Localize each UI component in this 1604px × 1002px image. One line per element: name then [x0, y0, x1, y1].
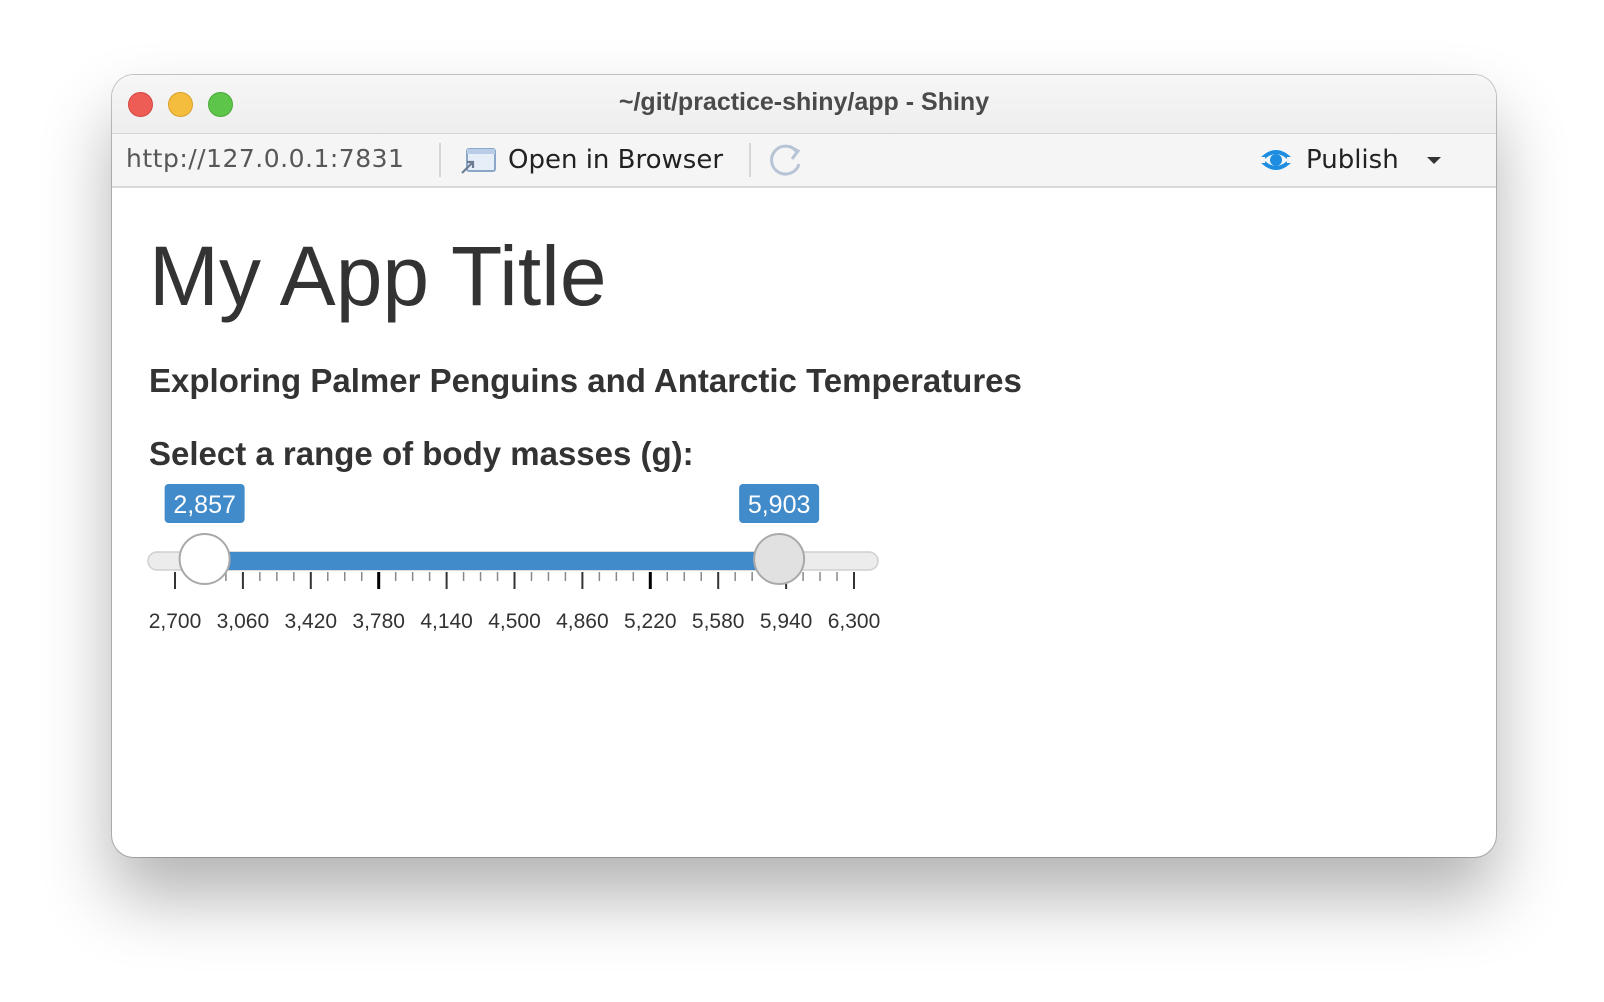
slider-tick-label: 2,700 — [149, 610, 202, 633]
slider-tick-label: 5,940 — [760, 610, 813, 633]
viewer-toolbar: http://127.0.0.1:7831 Open in Browser Pu… — [112, 134, 1496, 188]
slider-high-value: 5,903 — [748, 491, 811, 519]
slider-tick-label: 3,420 — [285, 610, 338, 633]
publish-label: Publish — [1306, 145, 1399, 175]
slider-high-handle[interactable] — [753, 533, 806, 585]
page-title: My App Title — [149, 229, 607, 323]
open-in-browser-icon — [461, 148, 496, 174]
publish-button[interactable]: Publish — [1256, 140, 1441, 180]
slider-low-value: 2,857 — [173, 491, 236, 519]
toolbar-divider — [749, 143, 751, 177]
publish-icon — [1256, 150, 1296, 170]
refresh-icon — [770, 144, 801, 176]
slider-tick-label: 5,580 — [692, 610, 745, 633]
refresh-button[interactable] — [766, 140, 806, 180]
window-title: ~/git/practice-shiny/app - Shiny — [618, 88, 990, 116]
slider-tick-label: 4,140 — [420, 610, 473, 633]
url-display: http://127.0.0.1:7831 — [126, 144, 405, 173]
app-window: ~/git/practice-shiny/app - Shiny http://… — [112, 75, 1496, 857]
open-in-browser-label: Open in Browser — [508, 145, 724, 175]
open-in-browser-button[interactable]: Open in Browser — [458, 140, 723, 180]
publish-dropdown-icon[interactable] — [1426, 156, 1441, 164]
app-content: My App Title Exploring Palmer Penguins a… — [147, 188, 1496, 857]
title-bar: ~/git/practice-shiny/app - Shiny — [112, 75, 1496, 134]
slider-tick-label: 3,780 — [352, 610, 405, 633]
body-mass-range-slider[interactable]: 2,700 3,060 3,420 3,780 4,140 4,500 4,860 5,220… — [145, 476, 905, 636]
slider-low-handle[interactable] — [178, 533, 231, 585]
toolbar-divider — [439, 143, 441, 177]
slider-tick-label: 6,300 — [828, 610, 881, 633]
slider-selected-range — [204, 552, 780, 570]
slider-tick-label: 3,060 — [217, 610, 270, 633]
slider-tick-label: 4,500 — [488, 610, 541, 633]
slider-label: Select a range of body masses (g): — [149, 435, 694, 472]
slider-tick-label: 4,860 — [556, 610, 609, 633]
slider-tick-label: 5,220 — [624, 610, 677, 633]
page-subtitle: Exploring Palmer Penguins and Antarctic … — [149, 362, 1022, 399]
